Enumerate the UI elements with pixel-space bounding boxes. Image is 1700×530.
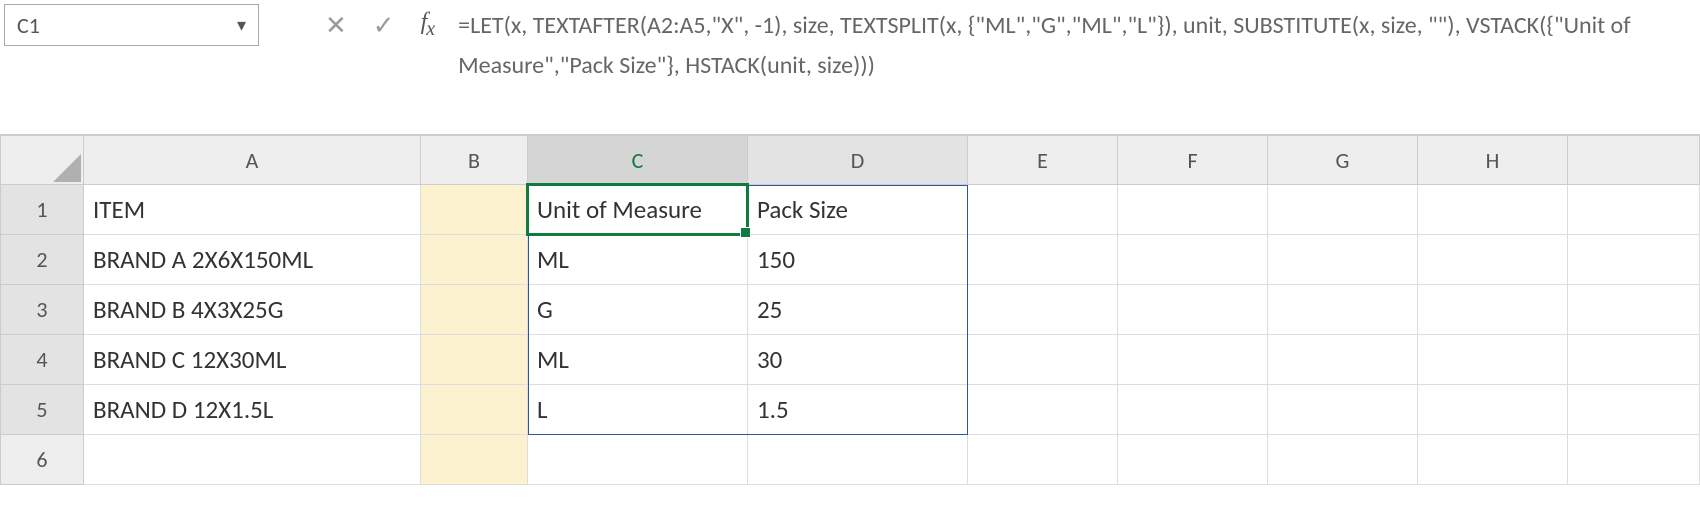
cell-C5[interactable]: L bbox=[528, 385, 748, 435]
cell-F2[interactable] bbox=[1118, 235, 1268, 285]
cell-F3[interactable] bbox=[1118, 285, 1268, 335]
cell-C1[interactable]: Unit of Measure bbox=[528, 185, 748, 235]
formula-bar-buttons: ✕ ✓ fx bbox=[265, 0, 456, 50]
cell-F5[interactable] bbox=[1118, 385, 1268, 435]
cell-E5[interactable] bbox=[968, 385, 1118, 435]
cell-H4[interactable] bbox=[1418, 335, 1568, 385]
cell-A5[interactable]: BRAND D 12X1.5L bbox=[84, 385, 421, 435]
cell-overflow-6[interactable] bbox=[1568, 435, 1700, 485]
col-header-B[interactable]: B bbox=[421, 135, 528, 185]
cell-A2[interactable]: BRAND A 2X6X150ML bbox=[84, 235, 421, 285]
cell-H5[interactable] bbox=[1418, 385, 1568, 435]
cell-G6[interactable] bbox=[1268, 435, 1418, 485]
cell-D1[interactable]: Pack Size bbox=[748, 185, 968, 235]
cell-overflow-3[interactable] bbox=[1568, 285, 1700, 335]
select-all-corner[interactable] bbox=[0, 135, 84, 185]
formula-bar-row: C1 ▾ ✕ ✓ fx =LET(x, TEXTAFTER(A2:A5,"X",… bbox=[0, 0, 1700, 135]
cell-G1[interactable] bbox=[1268, 185, 1418, 235]
cell-H6[interactable] bbox=[1418, 435, 1568, 485]
col-header-H[interactable]: H bbox=[1418, 135, 1568, 185]
row-header-2[interactable]: 2 bbox=[0, 235, 84, 285]
cell-H2[interactable] bbox=[1418, 235, 1568, 285]
col-header-F[interactable]: F bbox=[1118, 135, 1268, 185]
cell-A3[interactable]: BRAND B 4X3X25G bbox=[84, 285, 421, 335]
cell-D6[interactable] bbox=[748, 435, 968, 485]
cell-E1[interactable] bbox=[968, 185, 1118, 235]
fx-icon[interactable]: fx bbox=[421, 9, 435, 41]
cell-D2[interactable]: 150 bbox=[748, 235, 968, 285]
col-header-A[interactable]: A bbox=[84, 135, 421, 185]
cell-B4[interactable] bbox=[421, 335, 528, 385]
col-header-E[interactable]: E bbox=[968, 135, 1118, 185]
cell-B1[interactable] bbox=[421, 185, 528, 235]
cell-A1[interactable]: ITEM bbox=[84, 185, 421, 235]
cell-D4[interactable]: 30 bbox=[748, 335, 968, 385]
col-header-D[interactable]: D bbox=[748, 135, 968, 185]
cell-G3[interactable] bbox=[1268, 285, 1418, 335]
cell-D5[interactable]: 1.5 bbox=[748, 385, 968, 435]
cell-E4[interactable] bbox=[968, 335, 1118, 385]
cell-C3[interactable]: G bbox=[528, 285, 748, 335]
col-header-overflow bbox=[1568, 135, 1700, 185]
chevron-down-icon[interactable]: ▾ bbox=[237, 14, 246, 36]
cell-F1[interactable] bbox=[1118, 185, 1268, 235]
name-box[interactable]: C1 ▾ bbox=[4, 4, 259, 46]
row-header-6[interactable]: 6 bbox=[0, 435, 84, 485]
cell-G4[interactable] bbox=[1268, 335, 1418, 385]
cell-E6[interactable] bbox=[968, 435, 1118, 485]
col-header-C[interactable]: C bbox=[528, 135, 748, 185]
name-box-value: C1 bbox=[17, 12, 40, 39]
cell-overflow-2[interactable] bbox=[1568, 235, 1700, 285]
formula-input[interactable]: =LET(x, TEXTAFTER(A2:A5,"X", -1), size, … bbox=[456, 0, 1700, 91]
cell-C4[interactable]: ML bbox=[528, 335, 748, 385]
cell-F4[interactable] bbox=[1118, 335, 1268, 385]
cell-G5[interactable] bbox=[1268, 385, 1418, 435]
cell-E3[interactable] bbox=[968, 285, 1118, 335]
cell-G2[interactable] bbox=[1268, 235, 1418, 285]
cell-B6[interactable] bbox=[421, 435, 528, 485]
cell-C2[interactable]: ML bbox=[528, 235, 748, 285]
spreadsheet-grid[interactable]: A B C D E F G H 1 ITEM Unit of Measure P… bbox=[0, 135, 1700, 485]
enter-icon[interactable]: ✓ bbox=[373, 12, 395, 38]
col-header-G[interactable]: G bbox=[1268, 135, 1418, 185]
row-header-4[interactable]: 4 bbox=[0, 335, 84, 385]
cell-A6[interactable] bbox=[84, 435, 421, 485]
row-header-5[interactable]: 5 bbox=[0, 385, 84, 435]
cell-H1[interactable] bbox=[1418, 185, 1568, 235]
cell-C6[interactable] bbox=[528, 435, 748, 485]
cell-H3[interactable] bbox=[1418, 285, 1568, 335]
cell-B3[interactable] bbox=[421, 285, 528, 335]
cell-overflow-5[interactable] bbox=[1568, 385, 1700, 435]
cell-overflow-1[interactable] bbox=[1568, 185, 1700, 235]
cell-overflow-4[interactable] bbox=[1568, 335, 1700, 385]
cancel-icon[interactable]: ✕ bbox=[325, 12, 347, 38]
cell-A4[interactable]: BRAND C 12X30ML bbox=[84, 335, 421, 385]
cell-B2[interactable] bbox=[421, 235, 528, 285]
row-header-1[interactable]: 1 bbox=[0, 185, 84, 235]
cell-F6[interactable] bbox=[1118, 435, 1268, 485]
cell-D3[interactable]: 25 bbox=[748, 285, 968, 335]
cell-E2[interactable] bbox=[968, 235, 1118, 285]
row-header-3[interactable]: 3 bbox=[0, 285, 84, 335]
cell-B5[interactable] bbox=[421, 385, 528, 435]
